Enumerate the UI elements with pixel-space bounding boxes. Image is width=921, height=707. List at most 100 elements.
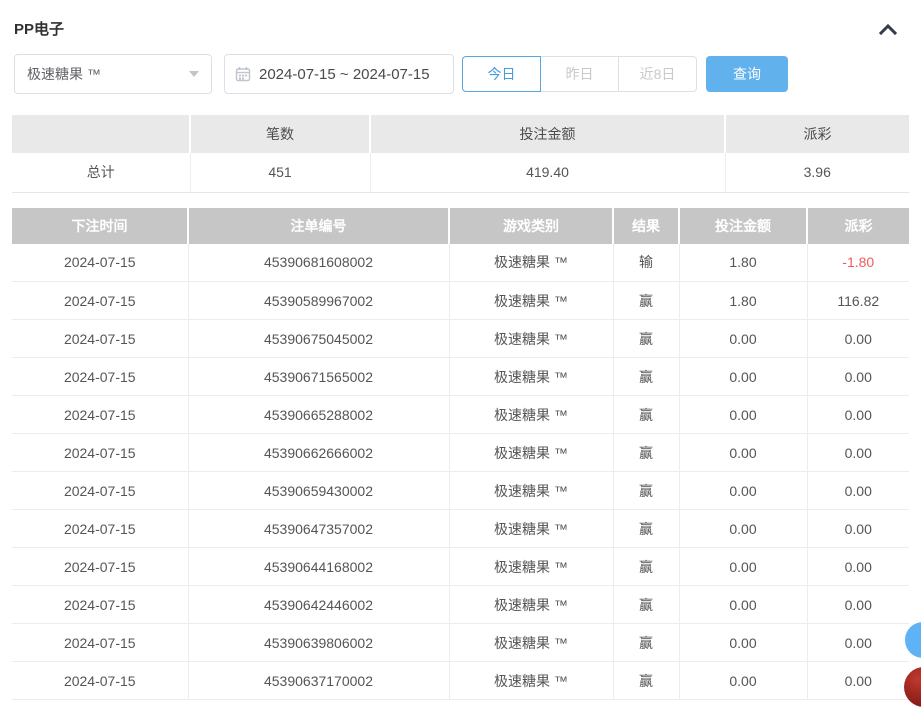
table-cell: 极速糖果 ™ (449, 586, 613, 624)
bet-table-body: 2024-07-1545390681608002极速糖果 ™输1.80-1.80… (12, 244, 909, 700)
summary-header-payout: 派彩 (725, 115, 909, 153)
quick-button-today[interactable]: 今日 (462, 56, 541, 92)
panel-header: PP电子 (0, 0, 921, 39)
table-cell: 极速糖果 ™ (449, 548, 613, 586)
table-cell: 45390675045002 (188, 320, 449, 358)
table-cell: 45390662666002 (188, 434, 449, 472)
bet-table-header-row: 下注时间 注单编号 游戏类别 结果 投注金额 派彩 (12, 208, 909, 244)
search-button[interactable]: 查询 (706, 56, 788, 92)
bet-table: 下注时间 注单编号 游戏类别 结果 投注金额 派彩 2024-07-154539… (12, 208, 909, 701)
table-cell: 45390671565002 (188, 358, 449, 396)
table-cell: 2024-07-15 (12, 434, 188, 472)
quick-button-yesterday[interactable]: 昨日 (540, 56, 619, 92)
table-cell: 2024-07-15 (12, 358, 188, 396)
table-cell: 0.00 (679, 396, 807, 434)
quick-button-last8days[interactable]: 近8日 (618, 56, 697, 92)
table-cell: 0.00 (679, 358, 807, 396)
table-cell: -1.80 (807, 244, 909, 282)
table-cell: 0.00 (807, 320, 909, 358)
table-cell: 45390644168002 (188, 548, 449, 586)
table-cell: 2024-07-15 (12, 282, 188, 320)
table-row: 2024-07-1545390589967002极速糖果 ™赢1.80116.8… (12, 282, 909, 320)
date-range-value: 2024-07-15 ~ 2024-07-15 (259, 66, 430, 83)
table-cell: 0.00 (807, 624, 909, 662)
table-cell: 45390647357002 (188, 510, 449, 548)
table-cell: 赢 (613, 624, 679, 662)
date-range-picker[interactable]: 2024-07-15 ~ 2024-07-15 (224, 54, 454, 94)
table-cell: 0.00 (807, 662, 909, 700)
collapse-button[interactable] (877, 21, 899, 37)
table-cell: 赢 (613, 434, 679, 472)
summary-total-label: 总计 (12, 153, 190, 192)
table-cell: 0.00 (807, 472, 909, 510)
quick-date-button-group: 今日 昨日 近8日 (462, 56, 697, 92)
table-cell: 2024-07-15 (12, 586, 188, 624)
table-cell: 0.00 (807, 396, 909, 434)
table-cell: 2024-07-15 (12, 662, 188, 700)
col-header-payout: 派彩 (807, 208, 909, 244)
table-cell: 0.00 (679, 434, 807, 472)
table-cell: 2024-07-15 (12, 624, 188, 662)
table-cell: 0.00 (807, 548, 909, 586)
table-cell: 45390659430002 (188, 472, 449, 510)
summary-header-row: 笔数 投注金额 派彩 (12, 115, 909, 153)
table-cell: 0.00 (679, 662, 807, 700)
table-cell: 极速糖果 ™ (449, 472, 613, 510)
table-row: 2024-07-1545390659430002极速糖果 ™赢0.000.00 (12, 472, 909, 510)
table-cell: 0.00 (679, 586, 807, 624)
table-cell: 赢 (613, 548, 679, 586)
table-cell: 45390637170002 (188, 662, 449, 700)
table-cell: 45390589967002 (188, 282, 449, 320)
summary-table: 笔数 投注金额 派彩 总计 451 419.40 3.96 (12, 115, 909, 193)
summary-header-blank (12, 115, 190, 153)
table-cell: 赢 (613, 472, 679, 510)
table-cell: 极速糖果 ™ (449, 510, 613, 548)
table-cell: 2024-07-15 (12, 320, 188, 358)
col-header-bet-amount: 投注金额 (679, 208, 807, 244)
table-cell: 2024-07-15 (12, 396, 188, 434)
col-header-result: 结果 (613, 208, 679, 244)
game-select[interactable]: 极速糖果 ™ (14, 54, 212, 94)
filter-bar: 极速糖果 ™ 2024-07-15 ~ 2024-07-15 今日 昨日 近8日… (0, 39, 921, 94)
summary-total-row: 总计 451 419.40 3.96 (12, 153, 909, 192)
table-cell: 极速糖果 ™ (449, 662, 613, 700)
table-row: 2024-07-1545390644168002极速糖果 ™赢0.000.00 (12, 548, 909, 586)
table-cell: 0.00 (807, 434, 909, 472)
col-header-bet-time: 下注时间 (12, 208, 188, 244)
table-row: 2024-07-1545390647357002极速糖果 ™赢0.000.00 (12, 510, 909, 548)
table-cell: 赢 (613, 320, 679, 358)
table-cell: 输 (613, 244, 679, 282)
game-select-value: 极速糖果 ™ (27, 64, 101, 84)
col-header-game-category: 游戏类别 (449, 208, 613, 244)
table-cell: 45390665288002 (188, 396, 449, 434)
table-cell: 0.00 (807, 510, 909, 548)
table-cell: 极速糖果 ™ (449, 624, 613, 662)
table-row: 2024-07-1545390681608002极速糖果 ™输1.80-1.80 (12, 244, 909, 282)
table-cell: 极速糖果 ™ (449, 282, 613, 320)
table-cell: 极速糖果 ™ (449, 244, 613, 282)
table-cell: 2024-07-15 (12, 548, 188, 586)
table-row: 2024-07-1545390671565002极速糖果 ™赢0.000.00 (12, 358, 909, 396)
table-row: 2024-07-1545390637170002极速糖果 ™赢0.000.00 (12, 662, 909, 700)
table-cell: 极速糖果 ™ (449, 358, 613, 396)
table-cell: 极速糖果 ™ (449, 396, 613, 434)
page-title: PP电子 (14, 18, 64, 39)
table-row: 2024-07-1545390665288002极速糖果 ™赢0.000.00 (12, 396, 909, 434)
table-cell: 0.00 (679, 548, 807, 586)
table-row: 2024-07-1545390639806002极速糖果 ™赢0.000.00 (12, 624, 909, 662)
col-header-ticket-number: 注单编号 (188, 208, 449, 244)
caret-down-icon (189, 71, 199, 77)
table-cell: 0.00 (679, 472, 807, 510)
table-cell: 赢 (613, 282, 679, 320)
table-cell: 116.82 (807, 282, 909, 320)
table-cell: 0.00 (807, 586, 909, 624)
table-cell: 赢 (613, 510, 679, 548)
table-cell: 2024-07-15 (12, 244, 188, 282)
summary-total-count: 451 (190, 153, 370, 192)
table-cell: 45390642446002 (188, 586, 449, 624)
table-cell: 0.00 (679, 320, 807, 358)
summary-total-payout: 3.96 (725, 153, 909, 192)
table-cell: 1.80 (679, 244, 807, 282)
table-cell: 45390639806002 (188, 624, 449, 662)
table-cell: 赢 (613, 396, 679, 434)
